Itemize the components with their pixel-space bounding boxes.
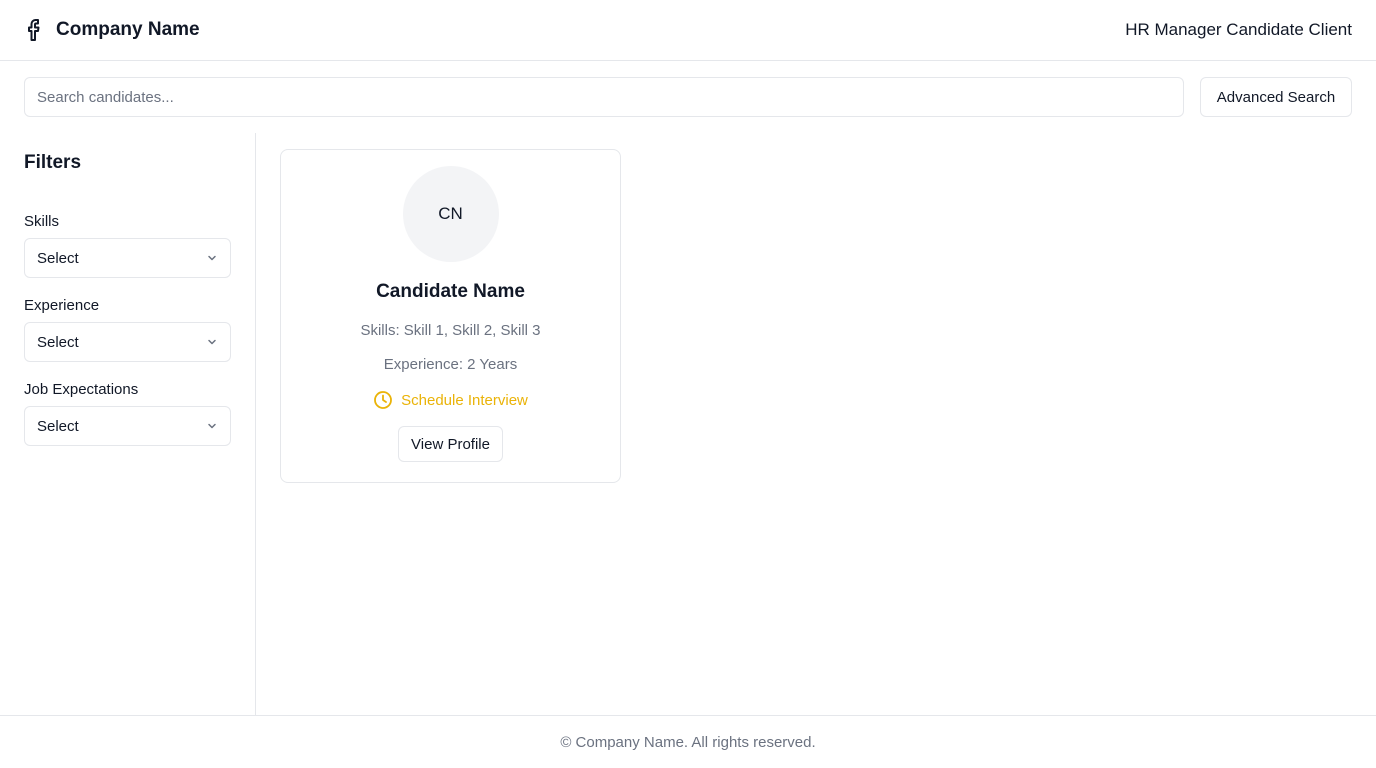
filter-skills: Skills Select [24,213,231,278]
advanced-search-button[interactable]: Advanced Search [1200,77,1352,117]
brand[interactable]: Company Name [24,18,200,42]
page: Company Name HR Manager Candidate Client… [0,0,1376,768]
search-row: Advanced Search [24,77,1352,117]
experience-select[interactable]: Select [24,322,231,362]
view-profile-button[interactable]: View Profile [398,426,503,462]
filters-sidebar: Filters Skills Select Experience Select … [0,133,256,715]
schedule-interview-label: Schedule Interview [401,391,528,409]
skills-select[interactable]: Select [24,238,231,278]
filter-label: Skills [24,213,60,230]
filter-label: Job Expectations [24,381,139,398]
filter-label: Experience [24,297,100,314]
select-value: Select [37,333,79,351]
filter-job-expectations: Job Expectations Select [24,381,231,446]
filters-title: Filters [24,152,82,173]
candidate-skills: Skills: Skill 1, Skill 2, Skill 3 [360,322,541,339]
select-value: Select [37,417,79,435]
footer: © Company Name. All rights reserved. [0,715,1376,768]
search-input[interactable] [24,77,1184,117]
facebook-f-icon [24,18,46,42]
clock-icon [373,390,393,410]
filter-experience: Experience Select [24,297,231,362]
avatar: CN [402,166,499,262]
app-title: HR Manager Candidate Client [1125,20,1352,39]
job-expectations-select[interactable]: Select [24,406,231,446]
top-header: Company Name HR Manager Candidate Client [0,0,1376,61]
schedule-interview-link[interactable]: Schedule Interview [373,390,528,410]
chevron-down-icon [206,420,218,432]
footer-text: © Company Name. All rights reserved. [560,733,816,751]
select-value: Select [37,249,79,267]
company-name: Company Name [56,19,200,40]
chevron-down-icon [206,336,218,348]
chevron-down-icon [206,252,218,264]
candidate-experience: Experience: 2 Years [383,356,518,373]
candidate-card: CN Candidate Name Skills: Skill 1, Skill… [280,149,621,483]
candidate-name: Candidate Name [376,281,525,302]
